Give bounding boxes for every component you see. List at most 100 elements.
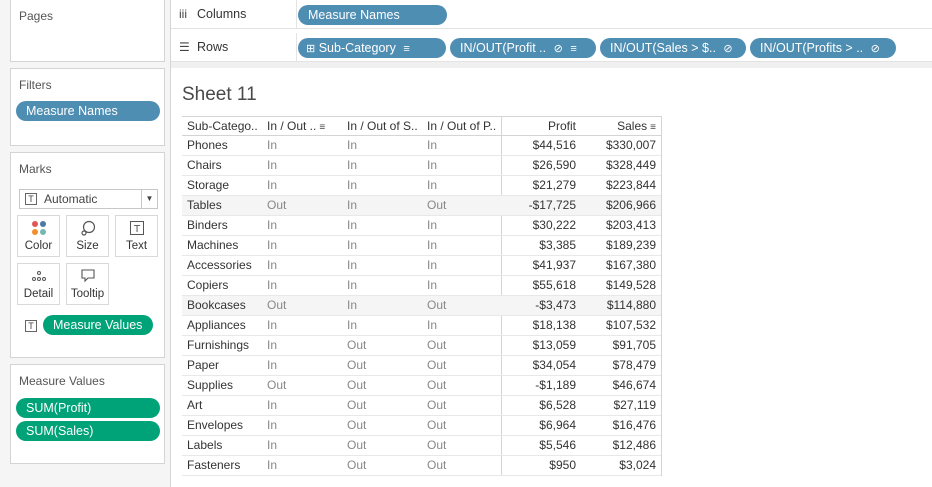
cell-inout-sales: In <box>347 318 358 332</box>
cell-inout-1: In <box>267 338 278 352</box>
cell-sub-category: Envelopes <box>187 418 244 432</box>
cell-inout-profits: In <box>427 158 438 172</box>
table-row[interactable]: Binders In In In $30,222 $203,413 <box>182 216 661 236</box>
cell-profit: $55,618 <box>532 278 576 292</box>
rows-pill-inout-profit-label: IN/OUT(Profit .. <box>460 41 547 55</box>
cell-inout-profits: Out <box>427 298 447 312</box>
sort-icon[interactable]: ≡ <box>319 118 325 137</box>
size-icon <box>67 220 108 238</box>
table-row[interactable]: Supplies Out Out Out -$1,189 $46,674 <box>182 376 661 396</box>
table-row[interactable]: Paper In Out Out $34,054 $78,479 <box>182 356 661 376</box>
table-row[interactable]: Storage In In In $21,279 $223,844 <box>182 176 661 196</box>
color-dots-icon <box>18 220 59 238</box>
table-row[interactable]: Copiers In In In $55,618 $149,528 <box>182 276 661 296</box>
cell-inout-sales: In <box>347 298 358 312</box>
chevron-down-icon[interactable]: ▼ <box>141 190 157 208</box>
columns-pill-measure-names[interactable]: Measure Names <box>298 5 447 25</box>
filter-pill-measure-names[interactable]: Measure Names <box>16 101 160 121</box>
rows-pill-inout-sales[interactable]: IN/OUT(Sales > $.. ⊘ <box>600 38 746 58</box>
cell-inout-profits: Out <box>427 198 447 212</box>
table-row[interactable]: Tables Out In Out -$17,725 $206,966 <box>182 196 661 216</box>
filters-shelf-title: Filters <box>19 78 52 92</box>
cell-inout-1: In <box>267 158 278 172</box>
measure-values-card: Measure Values SUM(Profit) SUM(Sales) <box>10 364 165 464</box>
cell-profit: $41,937 <box>532 258 576 272</box>
table-row[interactable]: Envelopes In Out Out $6,964 $16,476 <box>182 416 661 436</box>
filters-shelf[interactable]: Filters Measure Names <box>10 68 165 146</box>
table-row[interactable]: Appliances In In In $18,138 $107,532 <box>182 316 661 336</box>
tooltip-icon <box>67 268 108 286</box>
cell-inout-sales: In <box>347 278 358 292</box>
cell-sales: $189,239 <box>605 238 656 252</box>
table-row[interactable]: Machines In In In $3,385 $189,239 <box>182 236 661 256</box>
columns-icon: iii <box>179 7 187 21</box>
cell-sales: $114,880 <box>606 298 656 312</box>
table-row[interactable]: Art In Out Out $6,528 $27,119 <box>182 396 661 416</box>
header-inout-profits[interactable]: In / Out of P.. <box>427 117 496 136</box>
sort-icon[interactable]: ≡ <box>650 118 656 137</box>
marks-size-button[interactable]: Size <box>66 215 109 257</box>
cell-inout-sales: In <box>347 218 358 232</box>
cell-inout-profits: In <box>427 238 438 252</box>
marks-color-label: Color <box>24 240 53 252</box>
cell-profit: $34,054 <box>532 358 576 372</box>
header-sub-category[interactable]: Sub-Catego.. <box>187 117 258 136</box>
marks-tooltip-button[interactable]: Tooltip <box>66 263 109 305</box>
table-row[interactable]: Fasteners In Out Out $950 $3,024 <box>182 456 661 476</box>
mark-type-dropdown[interactable]: T Automatic ▼ <box>19 189 158 209</box>
measure-value-pill-profit[interactable]: SUM(Profit) <box>16 398 160 418</box>
detail-dots-icon <box>18 268 59 286</box>
marks-color-button[interactable]: Color <box>17 215 60 257</box>
cell-sales: $149,528 <box>605 278 656 292</box>
table-row[interactable]: Bookcases Out In Out -$3,473 $114,880 <box>182 296 661 316</box>
cell-profit: $26,590 <box>532 158 576 172</box>
marks-text-button[interactable]: T Text <box>115 215 158 257</box>
rows-pill-inout-profit[interactable]: IN/OUT(Profit .. ⊘ ≡ <box>450 38 596 58</box>
cell-inout-sales: Out <box>347 438 367 452</box>
cell-sales: $46,674 <box>612 378 656 392</box>
rows-pill-inout-profits-label: IN/OUT(Profits > .. <box>760 41 864 55</box>
cell-inout-sales: Out <box>347 418 367 432</box>
rows-shelf[interactable]: ☰ Rows ⊞ Sub-Category ≡ IN/OUT(Profit .. … <box>171 33 932 62</box>
header-inout-1[interactable]: In / Out .. ≡ <box>267 117 325 136</box>
marks-tooltip-label: Tooltip <box>70 288 105 300</box>
cell-inout-sales: In <box>347 258 358 272</box>
marks-detail-label: Detail <box>23 288 54 300</box>
header-sales[interactable]: Sales ≡ <box>617 117 656 136</box>
cell-inout-1: In <box>267 318 278 332</box>
table-row[interactable]: Phones In In In $44,516 $330,007 <box>182 136 661 156</box>
cell-sub-category: Paper <box>187 358 220 372</box>
cell-inout-1: In <box>267 258 278 272</box>
cell-inout-1: Out <box>267 378 287 392</box>
marks-detail-button[interactable]: Detail <box>17 263 60 305</box>
cell-sub-category: Fasteners <box>187 458 241 472</box>
columns-shelf[interactable]: iii Columns Measure Names <box>171 0 932 29</box>
cell-profit: $13,059 <box>532 338 576 352</box>
sheet-title[interactable]: Sheet 11 <box>182 84 257 106</box>
pages-shelf[interactable]: Pages <box>10 0 165 62</box>
cell-profit: -$1,189 <box>535 378 576 392</box>
cell-inout-1: In <box>267 438 278 452</box>
cell-sub-category: Supplies <box>187 378 234 392</box>
cell-sub-category: Machines <box>187 238 239 252</box>
rows-shelf-label: ☰ Rows <box>171 33 297 62</box>
measure-value-pill-sales[interactable]: SUM(Sales) <box>16 421 160 441</box>
rows-pill-sub-category[interactable]: ⊞ Sub-Category ≡ <box>298 38 446 58</box>
marks-text-label: Text <box>125 240 148 252</box>
cell-inout-profits: In <box>427 178 438 192</box>
cell-sub-category: Copiers <box>187 278 229 292</box>
table-row[interactable]: Accessories In In In $41,937 $167,380 <box>182 256 661 276</box>
cell-inout-1: In <box>267 138 278 152</box>
cell-profit: $950 <box>549 458 576 472</box>
table-row[interactable]: Furnishings In Out Out $13,059 $91,705 <box>182 336 661 356</box>
header-profit[interactable]: Profit <box>548 117 576 136</box>
header-inout-sales[interactable]: In / Out of S.. <box>347 117 418 136</box>
cell-inout-profits: In <box>427 138 438 152</box>
table-row[interactable]: Chairs In In In $26,590 $328,449 <box>182 156 661 176</box>
rows-pill-inout-profits[interactable]: IN/OUT(Profits > .. ⊘ <box>750 38 896 58</box>
rows-label-text: Rows <box>197 40 229 54</box>
marks-pill-measure-values[interactable]: Measure Values <box>43 315 153 335</box>
cell-sub-category: Appliances <box>187 318 246 332</box>
table-row[interactable]: Labels In Out Out $5,546 $12,486 <box>182 436 661 456</box>
set-icon: ⊘ <box>553 43 563 55</box>
